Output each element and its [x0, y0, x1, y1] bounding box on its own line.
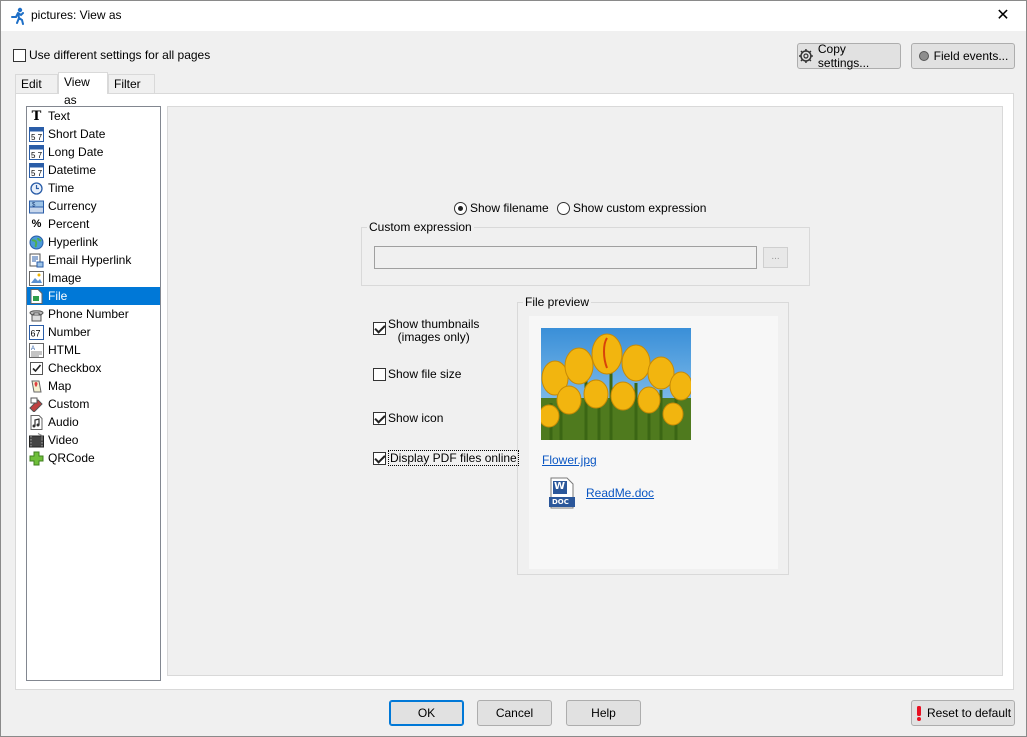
doc-badge: DOC: [552, 498, 569, 506]
html-icon: A: [29, 342, 44, 358]
list-item-custom[interactable]: Custom: [27, 395, 160, 413]
use-different-settings-label: Use different settings for all pages: [29, 48, 211, 62]
list-item-datetime[interactable]: 5 7 Datetime: [27, 161, 160, 179]
flower-file-link[interactable]: Flower.jpg: [542, 453, 597, 467]
custom-expression-input[interactable]: [374, 246, 757, 269]
list-item-email-hyperlink[interactable]: Email Hyperlink: [27, 251, 160, 269]
show-file-size-checkbox[interactable]: Show file size: [373, 367, 461, 381]
help-button[interactable]: Help: [566, 700, 641, 726]
svg-text:A: A: [31, 346, 35, 352]
list-item-audio[interactable]: Audio: [27, 413, 160, 431]
svg-text:67: 67: [31, 328, 41, 338]
list-item-currency[interactable]: $ Currency: [27, 197, 160, 215]
gear-icon: [798, 49, 813, 63]
flower-thumbnail: [541, 328, 691, 440]
display-pdf-online-label: Display PDF files online: [388, 450, 519, 466]
audio-icon: [29, 414, 44, 430]
file-preview-legend: File preview: [523, 295, 592, 309]
readme-file-link[interactable]: ReadMe.doc: [586, 486, 654, 500]
copy-settings-label: Copy settings...: [817, 42, 870, 70]
list-item-text[interactable]: T Text: [27, 107, 160, 125]
copy-settings-button[interactable]: Copy settings...: [797, 42, 901, 70]
app-runner-icon: [11, 7, 24, 25]
tab-filter-as[interactable]: Filter as: [108, 74, 155, 109]
show-thumbnails-sublabel: (images only): [397, 330, 470, 344]
ok-button[interactable]: OK: [389, 700, 464, 726]
display-pdf-online-checkbox[interactable]: Display PDF files online: [373, 450, 519, 466]
field-events-label: Field events...: [933, 49, 1009, 63]
show-icon-checkbox[interactable]: Show icon: [373, 411, 443, 425]
word-letter: W: [554, 481, 566, 492]
percent-icon: %: [31, 218, 42, 230]
list-item-percent[interactable]: % Percent: [27, 215, 160, 233]
clock-icon: [29, 181, 44, 196]
checkbox-box[interactable]: [373, 451, 386, 465]
checkbox-box[interactable]: [373, 411, 386, 425]
window-title: pictures: View as: [31, 8, 122, 22]
checkbox-box[interactable]: [13, 48, 26, 62]
exclamation-icon: [916, 706, 921, 721]
currency-icon: $: [29, 199, 44, 214]
show-filename-label: Show filename: [470, 201, 549, 215]
calendar-icon: 5 7: [29, 126, 44, 142]
calendar-icon: 5 7: [29, 144, 44, 160]
radio-button[interactable]: [454, 201, 467, 215]
checkbox-box[interactable]: [373, 322, 386, 335]
qrcode-icon: [29, 451, 44, 466]
svg-text:5 7: 5 7: [31, 133, 43, 142]
close-button[interactable]: ✕: [980, 1, 1026, 31]
list-item-number[interactable]: 67 Number: [27, 323, 160, 341]
list-item-long-date[interactable]: 5 7 Long Date: [27, 143, 160, 161]
phone-icon: [29, 307, 44, 322]
reset-to-default-button[interactable]: Reset to default: [911, 700, 1015, 726]
show-filename-radio[interactable]: Show filename: [454, 201, 549, 215]
list-item-time[interactable]: Time: [27, 179, 160, 197]
file-icon: [29, 288, 44, 304]
list-item-phone-number[interactable]: Phone Number: [27, 305, 160, 323]
list-item-hyperlink[interactable]: Hyperlink: [27, 233, 160, 251]
list-item-map[interactable]: Map: [27, 377, 160, 395]
show-custom-expression-radio[interactable]: Show custom expression: [557, 201, 706, 215]
video-icon: [29, 432, 44, 448]
close-icon: ✕: [996, 7, 1010, 24]
checkbox-icon: [29, 361, 44, 376]
event-dot-icon: [918, 51, 929, 61]
calendar-icon: 5 7: [29, 162, 44, 178]
list-item-image[interactable]: Image: [27, 269, 160, 287]
checkbox-box[interactable]: [373, 367, 386, 381]
image-icon: [29, 270, 44, 286]
use-different-settings-checkbox[interactable]: Use different settings for all pages: [13, 48, 210, 62]
svg-text:5 7: 5 7: [31, 151, 43, 160]
list-item-file[interactable]: File: [27, 287, 160, 305]
view-type-list[interactable]: T Text 5 7 Short Date 5 7 Long Date 5 7 …: [26, 106, 161, 681]
email-icon: [29, 253, 44, 268]
tab-view-as[interactable]: View as: [58, 72, 108, 107]
custom-icon: [29, 397, 44, 412]
title-bar: pictures: View as ✕: [1, 1, 1026, 31]
list-item-checkbox[interactable]: Checkbox: [27, 359, 160, 377]
list-item-qrcode[interactable]: QRCode: [27, 449, 160, 467]
custom-expression-legend: Custom expression: [367, 220, 474, 234]
cancel-button[interactable]: Cancel: [477, 700, 552, 726]
field-events-button[interactable]: Field events...: [911, 43, 1015, 69]
list-item-short-date[interactable]: 5 7 Short Date: [27, 125, 160, 143]
show-icon-label: Show icon: [388, 411, 444, 425]
dialog-window: pictures: View as ✕ Use different settin…: [0, 0, 1027, 737]
radio-button[interactable]: [557, 201, 570, 215]
browse-expression-button[interactable]: ...: [763, 247, 788, 268]
show-thumbnails-checkbox[interactable]: Show thumbnails (images only): [373, 318, 479, 344]
reset-to-default-label: Reset to default: [926, 706, 1012, 720]
svg-text:5 7: 5 7: [31, 169, 43, 178]
text-icon: T: [31, 108, 42, 124]
show-file-size-label: Show file size: [388, 367, 462, 381]
map-icon: [29, 379, 44, 394]
list-item-video[interactable]: Video: [27, 431, 160, 449]
show-custom-expression-label: Show custom expression: [573, 201, 707, 215]
tab-edit-as[interactable]: Edit as: [15, 74, 58, 109]
number-icon: 67: [29, 324, 44, 340]
globe-icon: [29, 235, 44, 250]
list-item-html[interactable]: A HTML: [27, 341, 160, 359]
